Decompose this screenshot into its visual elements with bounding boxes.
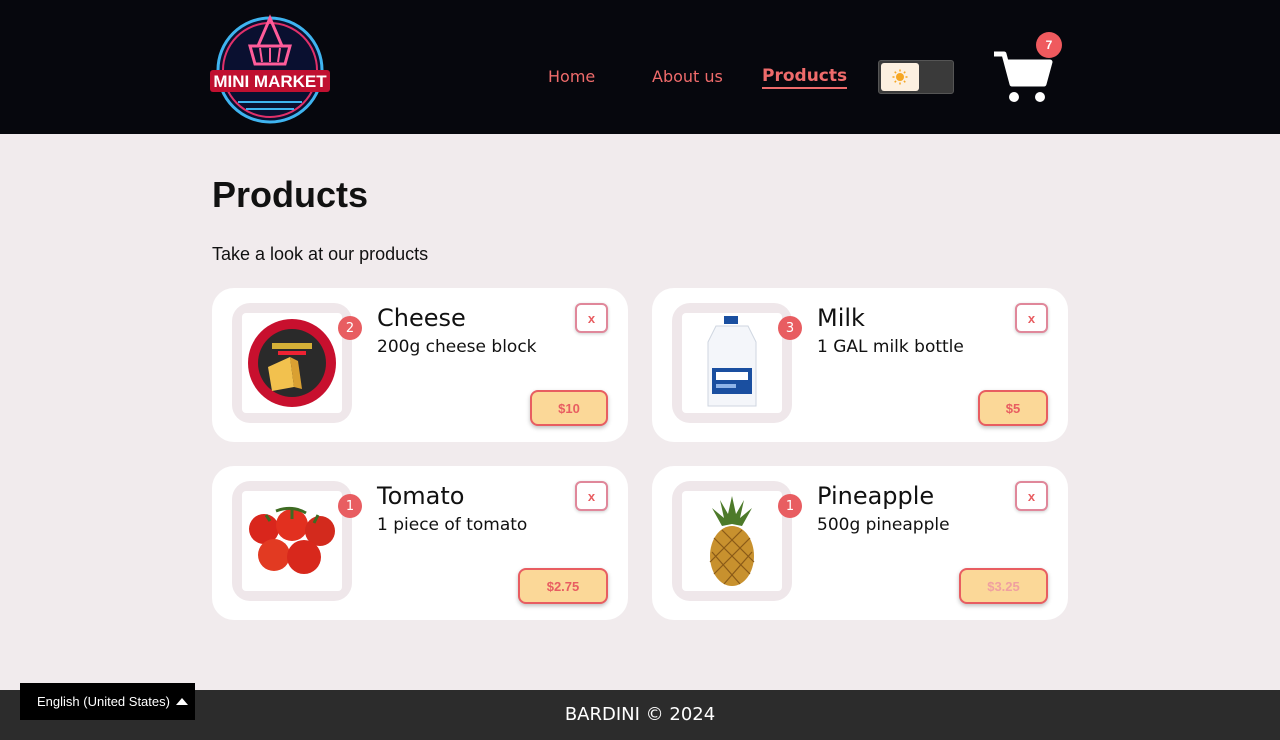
remove-button[interactable]: x: [1015, 303, 1048, 333]
product-name: Pineapple: [817, 482, 935, 510]
product-card-cheese: 2 Cheese 200g cheese block x $10: [212, 288, 628, 442]
product-card-milk: 3 Milk 1 GAL milk bottle x $5: [652, 288, 1068, 442]
product-name: Cheese: [377, 304, 466, 332]
milk-image: [682, 313, 782, 413]
language-label: English (United States): [37, 694, 170, 709]
price-button[interactable]: $5: [978, 390, 1048, 426]
theme-toggle[interactable]: [878, 60, 954, 94]
product-card-pineapple: 1 Pineapple 500g pineapple x $3.25: [652, 466, 1068, 620]
product-description: 500g pineapple: [817, 515, 950, 535]
nav-about-us[interactable]: About us: [652, 67, 723, 86]
pineapple-image: [682, 491, 782, 591]
remove-button[interactable]: x: [575, 481, 608, 511]
sun-icon: [892, 69, 908, 85]
price-button[interactable]: $3.25: [959, 568, 1048, 604]
cart-count-badge: 7: [1036, 32, 1062, 58]
product-name: Tomato: [377, 482, 465, 510]
quantity-badge: 1: [338, 494, 362, 518]
product-image-frame: [232, 303, 352, 423]
product-card-tomato: 1 Tomato 1 piece of tomato x $2.75: [212, 466, 628, 620]
product-description: 1 piece of tomato: [377, 515, 528, 535]
cheese-image: [242, 313, 342, 413]
tomato-image: [242, 491, 342, 591]
caret-up-icon: [175, 698, 188, 705]
product-image-frame: [232, 481, 352, 601]
product-name: Milk: [817, 304, 865, 332]
site-header: MINI MARKET Home About us Products 7: [0, 0, 1280, 134]
language-selector[interactable]: English (United States): [20, 683, 195, 720]
price-button[interactable]: $2.75: [518, 568, 608, 604]
mini-market-logo[interactable]: MINI MARKET: [208, 8, 332, 126]
quantity-badge: 3: [778, 316, 802, 340]
remove-button[interactable]: x: [1015, 481, 1048, 511]
product-description: 200g cheese block: [377, 337, 537, 357]
page-subtitle: Take a look at our products: [212, 244, 429, 264]
theme-toggle-knob[interactable]: [881, 63, 919, 91]
logo-text: MINI MARKET: [213, 72, 327, 91]
nav-home[interactable]: Home: [548, 67, 595, 86]
price-button[interactable]: $10: [530, 390, 608, 426]
quantity-badge: 2: [338, 316, 362, 340]
product-description: 1 GAL milk bottle: [817, 337, 964, 357]
nav-products[interactable]: Products: [762, 66, 848, 89]
product-image-frame: [672, 303, 792, 423]
page-title: Products: [212, 174, 369, 215]
quantity-badge: 1: [778, 494, 802, 518]
remove-button[interactable]: x: [575, 303, 608, 333]
product-image-frame: [672, 481, 792, 601]
